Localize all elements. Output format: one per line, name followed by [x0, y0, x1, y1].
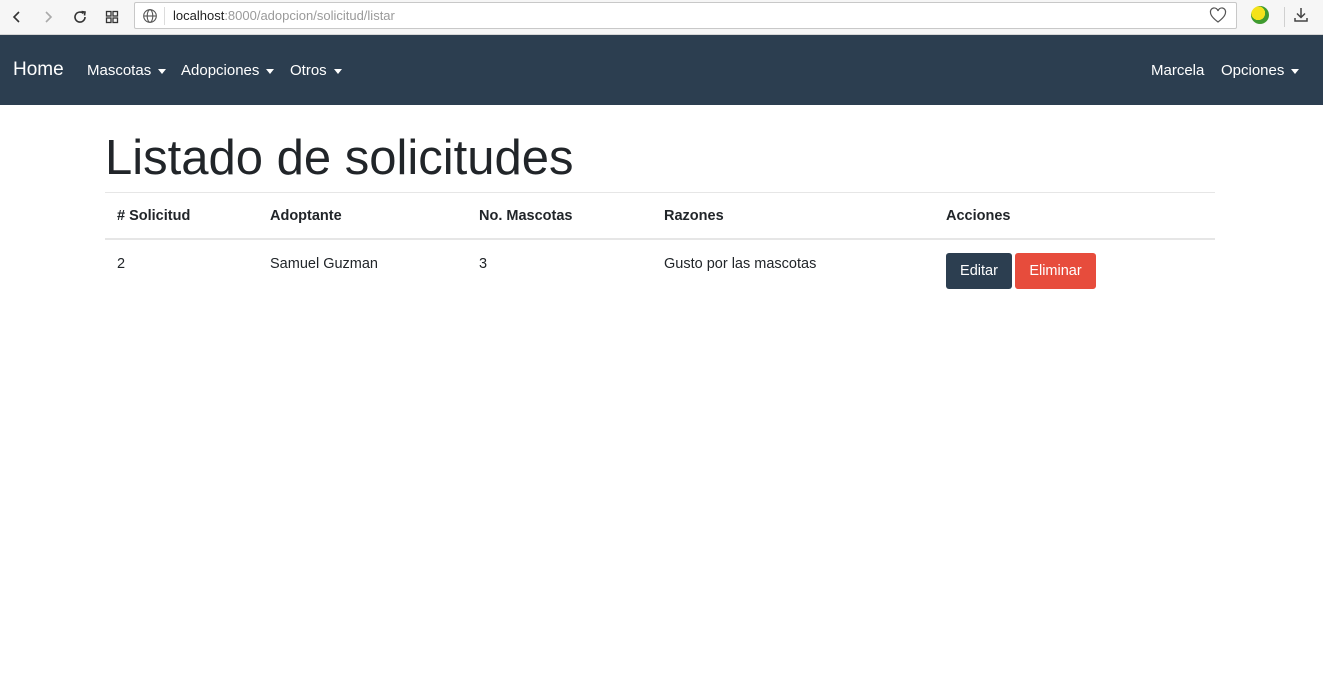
table-header-row: # Solicitud Adoptante No. Mascotas Razon… [105, 192, 1215, 240]
tabs-grid-icon[interactable] [100, 5, 124, 29]
caret-down-icon [266, 68, 275, 74]
cell-adoptante: Samuel Guzman [270, 256, 378, 272]
nav-menu-otros[interactable]: Otros [290, 62, 342, 80]
caret-down-icon [1291, 68, 1300, 74]
brand-home-link[interactable]: Home [13, 59, 64, 81]
user-name: Marcela [1151, 62, 1205, 79]
cell-no-mascotas: 3 [479, 256, 488, 272]
nav-menu-label: Otros [290, 62, 327, 79]
column-header-solicitud: # Solicitud [117, 208, 191, 224]
nav-menu-adopciones[interactable]: Adopciones [181, 62, 275, 80]
browser-toolbar: localhost:8000/adopcion/solicitud/listar [0, 0, 1323, 35]
column-header-mascotas: No. Mascotas [479, 208, 573, 224]
cell-solicitud-id: 2 [117, 256, 126, 272]
globe-icon [142, 8, 158, 29]
nav-user-link[interactable]: Marcela [1151, 62, 1204, 80]
url-text[interactable]: localhost:8000/adopcion/solicitud/listar [173, 8, 395, 24]
caret-down-icon [158, 68, 167, 74]
reload-icon[interactable] [68, 5, 92, 29]
address-separator [164, 7, 165, 25]
nav-menu-label: Opciones [1221, 62, 1285, 79]
column-header-razones: Razones [664, 208, 724, 224]
toolbar-divider [1284, 7, 1285, 27]
nav-menu-opciones[interactable]: Opciones [1221, 62, 1300, 80]
url-host: localhost [173, 8, 225, 23]
nav-menu-label: Adopciones [181, 62, 260, 79]
main-navbar: Home Mascotas Adopciones Otros Marcela O… [0, 35, 1323, 105]
download-icon[interactable] [1292, 6, 1310, 29]
cell-razones: Gusto por las mascotas [664, 256, 817, 272]
url-path: :8000/adopcion/solicitud/listar [224, 8, 395, 23]
table-row: 2 Samuel Guzman 3 Gusto por las mascotas… [105, 240, 1215, 298]
column-header-acciones: Acciones [946, 208, 1011, 224]
page-title: Listado de solicitudes [105, 131, 574, 185]
forward-icon[interactable] [36, 5, 60, 29]
caret-down-icon [333, 68, 342, 74]
heart-icon[interactable] [1209, 7, 1227, 29]
back-icon[interactable] [5, 5, 29, 29]
address-bar[interactable]: localhost:8000/adopcion/solicitud/listar [134, 2, 1237, 29]
solicitudes-table: # Solicitud Adoptante No. Mascotas Razon… [105, 192, 1215, 298]
extension-icon[interactable] [1251, 6, 1269, 24]
delete-button[interactable]: Eliminar [1015, 253, 1096, 289]
nav-menu-mascotas[interactable]: Mascotas [87, 62, 167, 80]
nav-menu-label: Mascotas [87, 62, 152, 79]
edit-button[interactable]: Editar [946, 253, 1012, 289]
column-header-adoptante: Adoptante [270, 208, 342, 224]
